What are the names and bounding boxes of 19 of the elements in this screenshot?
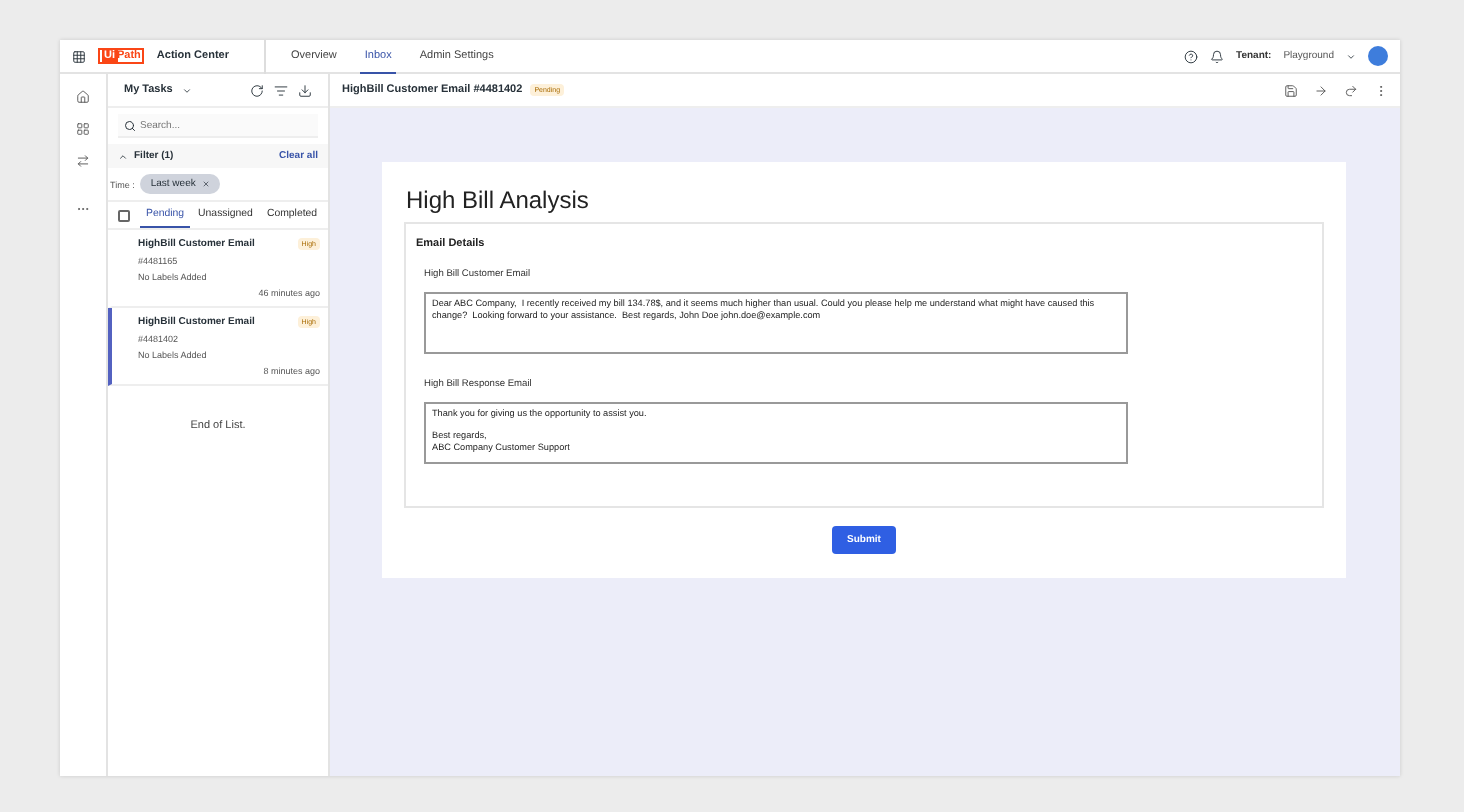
select-all-checkbox[interactable] xyxy=(118,209,130,221)
notification-bell-icon[interactable] xyxy=(1210,49,1225,63)
filter-icon[interactable] xyxy=(274,83,288,97)
form-title: High Bill Analysis xyxy=(406,186,591,214)
save-icon[interactable] xyxy=(1284,83,1298,97)
user-avatar[interactable] xyxy=(1368,46,1388,66)
apps-grid-icon[interactable] xyxy=(72,49,86,63)
grid-icon[interactable] xyxy=(76,122,90,136)
help-icon[interactable] xyxy=(1184,49,1199,63)
swap-icon[interactable] xyxy=(76,154,90,168)
search-icon xyxy=(124,120,136,132)
arrow-right-icon[interactable] xyxy=(1314,83,1328,97)
caret-icon[interactable] xyxy=(1346,51,1356,61)
collapse-icon[interactable] xyxy=(118,151,128,161)
caret-icon[interactable] xyxy=(182,85,193,95)
forward-icon[interactable] xyxy=(1344,83,1358,97)
home-icon[interactable] xyxy=(76,90,90,104)
download-icon[interactable] xyxy=(298,83,312,97)
refresh-icon[interactable] xyxy=(250,83,264,97)
